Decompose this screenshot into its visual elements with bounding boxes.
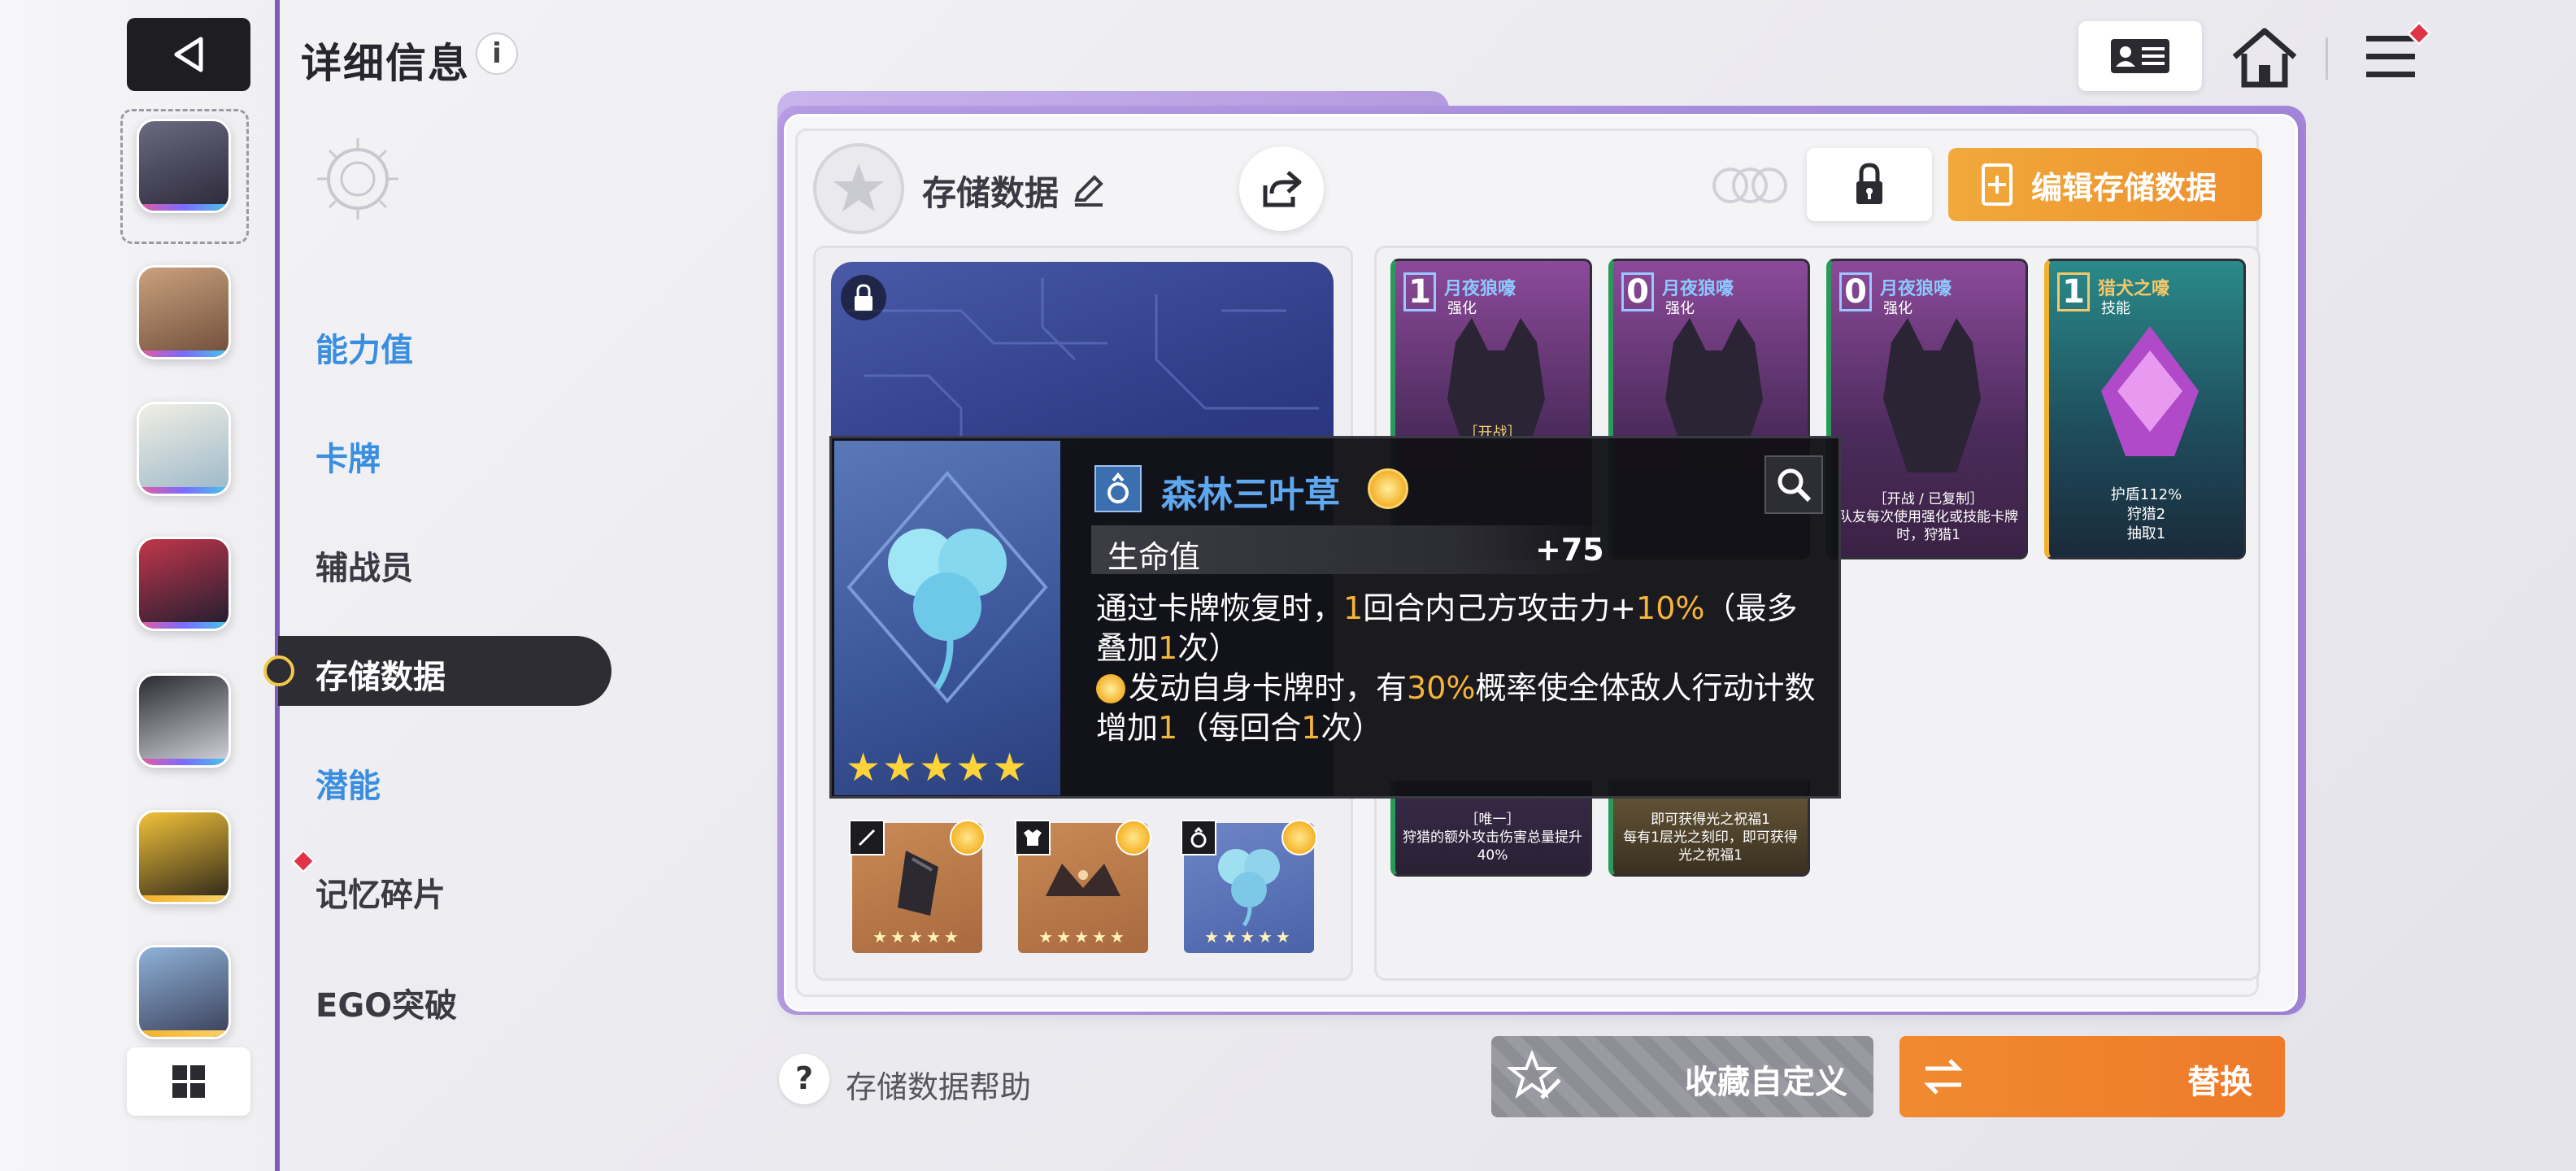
lock-button[interactable]: [1807, 148, 1932, 221]
grid-view-button[interactable]: [127, 1047, 250, 1116]
equipment-stars: ★★★★★: [872, 927, 962, 947]
avatar-character-2[interactable]: [137, 265, 231, 359]
clover-icon: [1218, 849, 1280, 927]
star-edit-icon: [1508, 1051, 1561, 1099]
avatar-character-6[interactable]: [137, 810, 231, 904]
wolf-figure-icon: [1883, 318, 1981, 472]
card-cost: 1: [1403, 272, 1436, 311]
weapon-type-icon: [849, 820, 885, 855]
card-desc: 即可获得光之祝福1 每有1层光之刻印，即可获得光之祝福1: [1623, 812, 1798, 864]
header-divider: [2326, 37, 2328, 80]
card-desc: ［唯一］ 狩猎的额外攻击伤害总量提升40%: [1403, 812, 1582, 864]
rings-decoration: [1712, 168, 1787, 203]
nav-ego-breakthrough[interactable]: EGO突破: [315, 979, 457, 1026]
add-card-icon: [1982, 163, 2012, 206]
tooltip-item-art: [834, 441, 1060, 795]
equipment-stars: ★★★★★: [1204, 927, 1294, 947]
nav-support[interactable]: 辅战员: [315, 542, 413, 589]
avatar-character-4[interactable]: [137, 537, 231, 631]
lock-icon: [1856, 163, 1882, 204]
memory-notification-dot: [290, 848, 316, 874]
sun-icon: [1096, 674, 1125, 703]
tooltip-stars: ★★★★★: [846, 745, 1029, 790]
pencil-icon[interactable]: [1070, 171, 1107, 208]
swap-icon: [1923, 1059, 1964, 1095]
equipment-stars: ★★★★★: [1038, 927, 1128, 947]
back-button[interactable]: [127, 18, 250, 91]
replace-label: 替换: [2187, 1064, 2252, 1101]
sun-rarity-icon: [1116, 820, 1151, 855]
equipment-slot-accessory[interactable]: ★★★★★: [1181, 820, 1317, 953]
tooltip-stat-label: 生命值: [1107, 539, 1201, 575]
help-button[interactable]: ?: [779, 1054, 829, 1104]
card-cost: 1: [2057, 272, 2090, 311]
card-cost: 0: [1839, 272, 1872, 311]
help-label[interactable]: 存储数据帮助: [846, 1062, 1031, 1107]
card-cost: 0: [1621, 272, 1654, 311]
rail-divider: [275, 0, 280, 1171]
crown-icon: [1046, 864, 1120, 896]
nav-stats[interactable]: 能力值: [315, 324, 413, 371]
sun-rarity-icon: [1368, 468, 1408, 509]
grid-icon: [172, 1065, 205, 1098]
edit-storage-label: 编辑存储数据: [2031, 169, 2217, 206]
card-desc: 护盾112% 狩猎2 抽取1: [2110, 486, 2182, 542]
avatar-character-5[interactable]: [137, 673, 231, 768]
ring-icon: [1094, 465, 1142, 512]
emblem-icon: [317, 138, 398, 220]
card-type: 技能: [2101, 300, 2130, 317]
star-badge-icon: [833, 163, 884, 211]
card-type: 强化: [1447, 300, 1477, 317]
avatar-character-3[interactable]: [137, 402, 231, 496]
tooltip-effect-2: 发动自身卡牌时，有30%概率使全体敌人行动计数增加1（每回合1次）: [1096, 670, 1816, 746]
id-card-icon: [2111, 39, 2169, 73]
deck-card-4[interactable]: 1 猎犬之嚎 技能 护盾112% 狩猎2 抽取1: [2044, 259, 2246, 559]
nav-active-marker: [263, 655, 294, 686]
deck-card-3[interactable]: 0 月夜狼嚎 强化 ［开战 / 已复制］ 队友每次使用强化或技能卡牌时，狩猎1: [1826, 259, 2028, 559]
favorite-custom-label: 收藏自定义: [1685, 1064, 1847, 1101]
card-lock-icon: [841, 275, 886, 320]
avatar-wolf[interactable]: [137, 119, 231, 213]
crystal-figure-icon: [2101, 326, 2199, 456]
tooltip-stat-value: +75: [1535, 532, 1604, 568]
share-button[interactable]: [1239, 146, 1324, 231]
share-icon: [1263, 171, 1302, 207]
avatar-character-7[interactable]: [137, 945, 231, 1039]
tooltip-description: 通过卡牌恢复时，1回合内己方攻击力+10%（最多叠加1次） 发动自身卡牌时，有3…: [1096, 589, 1820, 748]
nav-memory-fragments[interactable]: 记忆碎片: [315, 868, 446, 916]
sun-rarity-icon: [950, 820, 986, 855]
slot-name: 存储数据: [922, 173, 1060, 213]
nav-potential[interactable]: 潜能: [315, 760, 381, 807]
gauntlet-icon: [898, 851, 938, 916]
search-icon: [1778, 468, 1812, 503]
sun-rarity-icon: [1281, 820, 1317, 855]
equipment-slot-weapon[interactable]: ★★★★★: [849, 820, 986, 953]
card-type: 强化: [1665, 300, 1695, 317]
nav-storage-data[interactable]: 存储数据: [315, 651, 446, 698]
ring-type-icon: [1181, 820, 1216, 855]
tooltip-item-name: 森林三叶草: [1161, 474, 1340, 516]
profile-card-button[interactable]: [2078, 21, 2202, 91]
equipment-slot-armor[interactable]: ★★★★★: [1015, 820, 1151, 953]
home-icon[interactable]: [2228, 24, 2301, 89]
nav-cards[interactable]: 卡牌: [315, 433, 381, 480]
page-title: 详细信息: [301, 40, 470, 87]
card-type: 强化: [1883, 300, 1912, 317]
edit-storage-button[interactable]: 编辑存储数据: [1948, 148, 2262, 221]
slot-icon: [813, 143, 904, 234]
back-arrow-icon: [174, 37, 203, 72]
armor-type-icon: [1015, 820, 1051, 855]
card-desc: ［开战 / 已复制］ 队友每次使用强化或技能卡牌时，狩猎1: [1838, 491, 2018, 543]
info-button[interactable]: i: [476, 33, 518, 75]
tooltip-search-button[interactable]: [1764, 455, 1823, 514]
tooltip-effect-1: 通过卡牌恢复时，1回合内己方攻击力+10%（最多叠加1次）: [1096, 590, 1798, 666]
